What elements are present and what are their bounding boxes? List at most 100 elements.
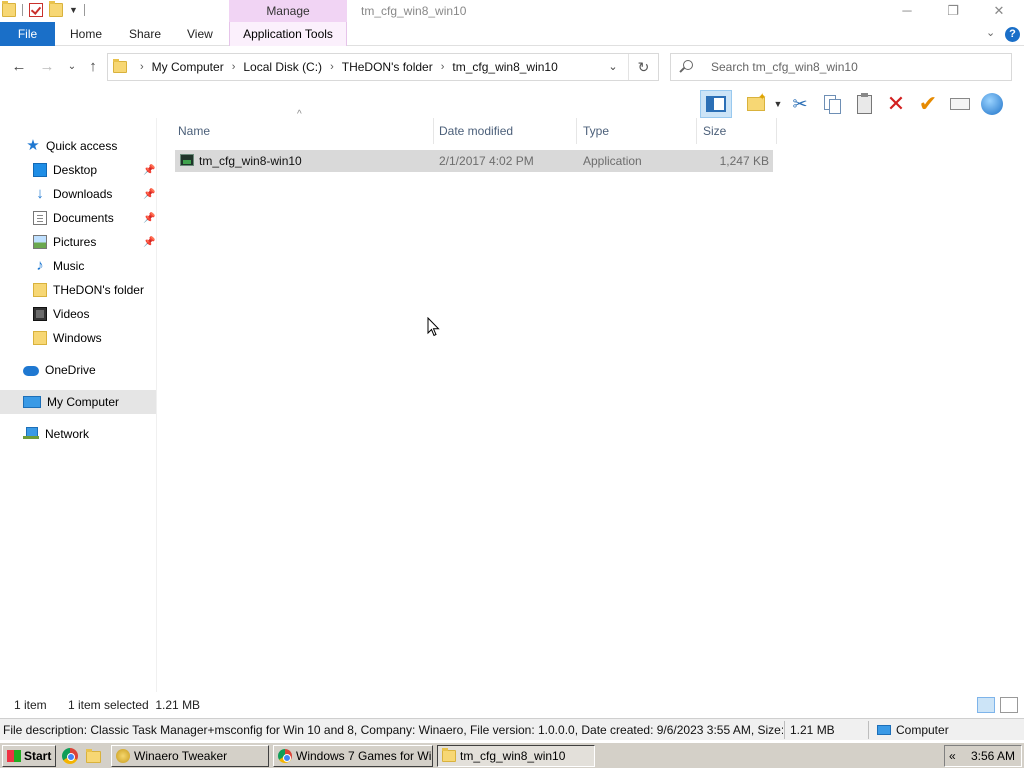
windows-logo-icon (7, 750, 21, 762)
qat-separator (22, 4, 23, 16)
file-explorer-icon[interactable] (86, 749, 101, 763)
application-icon (180, 154, 194, 166)
column-header-date-modified[interactable]: Date modified (433, 118, 577, 144)
forward-button[interactable]: → (38, 58, 56, 76)
sparkle-icon: ✦ (758, 92, 767, 103)
sidebar-item-music[interactable]: ♪ Music (0, 254, 156, 278)
refresh-button[interactable]: ↻ (628, 54, 658, 80)
back-button[interactable]: ← (10, 58, 28, 76)
manage-context-tab[interactable]: Manage (229, 0, 347, 22)
file-type: Application (583, 154, 642, 168)
new-folder-icon[interactable] (49, 1, 63, 17)
tab-home[interactable]: Home (70, 22, 102, 46)
close-button[interactable]: ✕ (976, 0, 1022, 22)
taskbar: Start Winaero Tweaker Windows 7 Games fo… (0, 742, 1024, 768)
sidebar-item-my-computer[interactable]: My Computer (0, 390, 156, 414)
address-dropdown-icon[interactable]: ⌄ (604, 54, 622, 80)
tab-application-tools[interactable]: Application Tools (229, 22, 347, 46)
file-name: tm_cfg_win8-win10 (199, 154, 302, 168)
up-button[interactable]: ↑ (84, 58, 102, 76)
chevron-right-icon[interactable]: › (140, 54, 144, 80)
sidebar-item-label: Desktop (53, 163, 98, 177)
folder-icon (33, 283, 47, 297)
column-header-name[interactable]: Name (172, 118, 434, 144)
chevron-right-icon[interactable]: › (330, 54, 334, 80)
sidebar-item-downloads[interactable]: ↓ Downloads 📌 (0, 182, 156, 206)
quick-access-toolbar: ▼ (2, 1, 85, 17)
breadcrumb-local-disk[interactable]: Local Disk (C:) (243, 54, 322, 80)
sidebar-item-onedrive[interactable]: OneDrive (0, 358, 156, 382)
new-folder-dropdown-icon[interactable]: ▼ (772, 99, 784, 109)
pin-icon[interactable]: 📌 (143, 213, 155, 224)
folder-icon (33, 331, 47, 345)
taskbar-button-explorer[interactable]: tm_cfg_win8_win10 (437, 745, 595, 767)
show-hidden-icons-button[interactable]: « (949, 746, 956, 766)
tab-share[interactable]: Share (129, 22, 161, 46)
tab-file[interactable]: File (0, 22, 55, 46)
documents-icon (33, 211, 47, 225)
clock[interactable]: 3:56 AM (971, 746, 1015, 766)
scissors-icon: ✂ (792, 93, 808, 114)
recent-locations-dropdown[interactable]: ⌄ (63, 58, 81, 76)
customize-qat-dropdown-icon[interactable]: ▼ (69, 5, 78, 15)
taskbar-button-chrome[interactable]: Windows 7 Games for Win... (273, 745, 433, 767)
details-size: 1.21 MB (790, 723, 835, 737)
table-row[interactable]: tm_cfg_win8-win10 2/1/2017 4:02 PM Appli… (175, 150, 773, 172)
expand-ribbon-icon[interactable]: ⌄ (986, 26, 995, 39)
qat-separator (83, 4, 85, 16)
copy-button[interactable] (816, 90, 848, 118)
sidebar-item-label: OneDrive (45, 363, 96, 377)
ribbon-tabs: File Home Share View Application Tools ⌄… (0, 22, 1024, 46)
details-view-button[interactable] (977, 697, 995, 713)
properties-button[interactable]: ✔ (912, 90, 944, 118)
breadcrumb-current-folder[interactable]: tm_cfg_win8_win10 (452, 54, 557, 80)
preview-pane-button[interactable] (700, 90, 732, 118)
sidebar-item-desktop[interactable]: Desktop 📌 (0, 158, 156, 182)
toolbar: ✦ ▼ ✂ ✕ ✔ (700, 90, 1008, 118)
sidebar-item-thedons-folder[interactable]: THeDON's folder (0, 278, 156, 302)
breadcrumb-my-computer[interactable]: My Computer (152, 54, 224, 80)
paste-button[interactable] (848, 90, 880, 118)
taskbar-button-winaero-tweaker[interactable]: Winaero Tweaker (111, 745, 269, 767)
sidebar-item-label: THeDON's folder (53, 283, 144, 297)
sidebar-item-documents[interactable]: Documents 📌 (0, 206, 156, 230)
properties-icon[interactable] (29, 3, 43, 17)
breadcrumb-thedons-folder[interactable]: THeDON's folder (342, 54, 433, 80)
computer-icon (23, 396, 41, 408)
tab-view[interactable]: View (187, 22, 213, 46)
rename-button[interactable] (944, 90, 976, 118)
sidebar-item-network[interactable]: Network (0, 422, 156, 446)
sidebar-item-quick-access[interactable]: ★ Quick access (0, 134, 156, 158)
address-bar[interactable]: › My Computer › Local Disk (C:) › THeDON… (107, 53, 659, 81)
sidebar-item-label: Music (53, 259, 85, 273)
star-icon: ★ (26, 137, 40, 154)
pin-icon[interactable]: 📌 (143, 189, 155, 200)
copy-icon-sheet (829, 99, 841, 114)
pin-icon[interactable]: 📌 (143, 237, 155, 248)
cut-button[interactable]: ✂ (784, 90, 816, 118)
minimize-button[interactable]: ─ (884, 0, 930, 22)
network-globe-button[interactable] (976, 90, 1008, 118)
sidebar-item-label: Quick access (46, 139, 118, 153)
rename-icon (950, 98, 970, 110)
file-description: File description: Classic Task Manager+m… (3, 723, 783, 737)
column-header-size[interactable]: Size (697, 118, 777, 144)
sidebar-item-pictures[interactable]: Pictures 📌 (0, 230, 156, 254)
desktop-icon (33, 163, 47, 177)
search-input[interactable]: Search tm_cfg_win8_win10 (670, 53, 1012, 81)
chevron-right-icon[interactable]: › (232, 54, 236, 80)
column-header-type[interactable]: Type (577, 118, 697, 144)
sidebar-item-videos[interactable]: Videos (0, 302, 156, 326)
help-icon[interactable]: ? (1005, 27, 1020, 42)
large-icons-view-button[interactable] (1000, 697, 1018, 713)
pin-icon[interactable]: 📌 (143, 165, 155, 176)
chevron-right-icon[interactable]: › (441, 54, 445, 80)
start-button[interactable]: Start (2, 745, 56, 767)
delete-button[interactable]: ✕ (880, 90, 912, 118)
network-icon (23, 427, 39, 441)
chrome-icon[interactable] (62, 748, 78, 764)
sidebar-item-label: Videos (53, 307, 90, 321)
new-folder-button[interactable]: ✦ (740, 90, 772, 118)
sidebar-item-windows[interactable]: Windows (0, 326, 156, 350)
restore-button[interactable]: ❐ (930, 0, 976, 22)
